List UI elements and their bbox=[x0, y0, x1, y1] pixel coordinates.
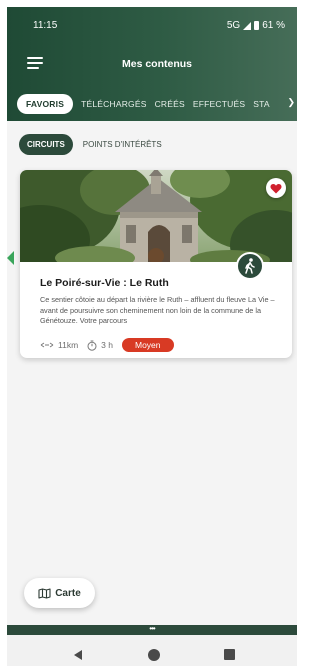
tab-statistiques[interactable]: STA bbox=[253, 99, 270, 109]
circuit-photo bbox=[20, 170, 292, 262]
map-button-label: Carte bbox=[55, 587, 81, 599]
distance-icon bbox=[40, 342, 54, 348]
status-bar: 11:15 5G 61 % bbox=[7, 7, 297, 37]
tab-telecharges[interactable]: TÉLÉCHARGÉS bbox=[81, 99, 147, 109]
subtab-points-interets[interactable]: POINTS D'INTÉRÊTS bbox=[75, 134, 170, 155]
timer-icon bbox=[87, 340, 97, 351]
circuit-description: Ce sentier côtoie au départ la rivière l… bbox=[40, 295, 275, 325]
distance-info: 11km bbox=[40, 340, 78, 350]
drag-handle-icon[interactable]: ••• bbox=[7, 624, 297, 633]
subtabs: CIRCUITS POINTS D'INTÉRÊTS bbox=[19, 134, 170, 155]
network-label: 5G bbox=[226, 20, 241, 31]
circuit-title: Le Poiré-sur-Vie : Le Ruth bbox=[40, 277, 169, 289]
tab-crees[interactable]: CRÉÉS bbox=[155, 99, 185, 109]
tab-effectues[interactable]: EFFECTUÉS bbox=[193, 99, 245, 109]
map-icon bbox=[38, 587, 51, 599]
status-time: 11:15 bbox=[33, 20, 58, 31]
battery-icon bbox=[254, 21, 260, 30]
heart-icon bbox=[270, 183, 282, 193]
battery-label: 61 % bbox=[262, 20, 285, 31]
status-indicators: 5G 61 % bbox=[227, 20, 285, 31]
phone-screen: 11:15 5G 61 % Mes contenus FAVORIS TÉLÉC… bbox=[7, 7, 297, 666]
subtab-circuits[interactable]: CIRCUITS bbox=[19, 134, 73, 155]
app-header: 11:15 5G 61 % Mes contenus FAVORIS TÉLÉC… bbox=[7, 7, 297, 121]
circuit-meta: 11km 3 h Moyen bbox=[40, 338, 174, 352]
side-marker-icon bbox=[7, 251, 14, 265]
system-nav-bar bbox=[7, 635, 297, 666]
difficulty-badge: Moyen bbox=[121, 338, 174, 352]
favorite-button[interactable] bbox=[266, 178, 286, 198]
chevron-right-icon[interactable]: ❯ bbox=[287, 97, 295, 108]
signal-icon bbox=[243, 21, 252, 30]
hiker-icon bbox=[236, 252, 264, 280]
circuit-card[interactable]: Le Poiré-sur-Vie : Le Ruth Ce sentier cô… bbox=[20, 170, 292, 358]
recent-apps-icon[interactable] bbox=[224, 649, 235, 660]
distance-value: 11km bbox=[58, 340, 79, 350]
duration-info: 3 h bbox=[87, 340, 113, 351]
home-icon[interactable] bbox=[148, 649, 160, 661]
content-tabs: FAVORIS TÉLÉCHARGÉS CRÉÉS EFFECTUÉS STA bbox=[17, 93, 278, 115]
page-title: Mes contenus bbox=[121, 58, 192, 70]
duration-value: 3 h bbox=[101, 340, 113, 350]
tab-favoris[interactable]: FAVORIS bbox=[17, 94, 74, 114]
map-button[interactable]: Carte bbox=[24, 578, 95, 608]
back-icon[interactable] bbox=[74, 650, 82, 660]
